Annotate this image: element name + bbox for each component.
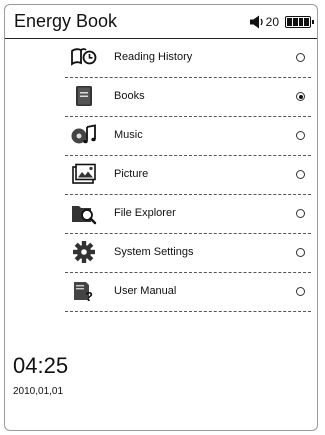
radio-button[interactable] bbox=[296, 209, 305, 218]
status-area: 20 bbox=[249, 14, 314, 30]
menu-item-label: User Manual bbox=[114, 285, 177, 297]
volume-indicator[interactable]: 20 bbox=[249, 15, 285, 29]
menu-item-label: System Settings bbox=[114, 246, 194, 258]
radio-button[interactable] bbox=[296, 287, 305, 296]
speaker-icon bbox=[249, 15, 263, 29]
radio-button[interactable] bbox=[296, 170, 305, 179]
picture-icon bbox=[72, 163, 96, 184]
radio-button[interactable] bbox=[296, 248, 305, 257]
menu-item-file-explorer[interactable]: File Explorer bbox=[65, 195, 311, 234]
menu-item-books[interactable]: Books bbox=[65, 78, 311, 117]
settings-gear-icon bbox=[73, 241, 95, 263]
radio-button[interactable] bbox=[296, 53, 305, 62]
clock-time: 04:25 bbox=[13, 353, 69, 378]
app-title: Energy Book bbox=[14, 11, 118, 31]
user-manual-icon: ? bbox=[74, 282, 93, 303]
menu-item-label: Picture bbox=[114, 168, 149, 180]
volume-level: 20 bbox=[265, 15, 279, 29]
device-screen: Energy Book 20 Reading History Books Mus… bbox=[4, 4, 318, 431]
menu-item-label: Books bbox=[114, 90, 145, 102]
menu-item-picture[interactable]: Picture bbox=[65, 156, 311, 195]
menu-item-user-manual[interactable]: ? User Manual bbox=[65, 273, 311, 312]
menu-item-system-settings[interactable]: System Settings bbox=[65, 234, 311, 273]
books-icon bbox=[76, 86, 92, 106]
menu-item-label: Music bbox=[114, 129, 143, 141]
clock-date: 2010,01,01 bbox=[13, 386, 64, 397]
music-icon bbox=[71, 124, 96, 144]
radio-button[interactable] bbox=[296, 131, 305, 140]
file-explorer-icon bbox=[72, 206, 97, 225]
menu-item-reading-history[interactable]: Reading History bbox=[65, 39, 311, 78]
menu-item-label: File Explorer bbox=[114, 207, 176, 219]
radio-button-selected[interactable] bbox=[296, 92, 305, 101]
menu-item-label: Reading History bbox=[114, 51, 193, 63]
battery-icon bbox=[285, 16, 314, 28]
reading-history-icon bbox=[71, 48, 97, 66]
menu-item-music[interactable]: Music bbox=[65, 117, 311, 156]
svg-text:?: ? bbox=[85, 289, 93, 303]
title-bar: Energy Book 20 bbox=[5, 5, 317, 39]
